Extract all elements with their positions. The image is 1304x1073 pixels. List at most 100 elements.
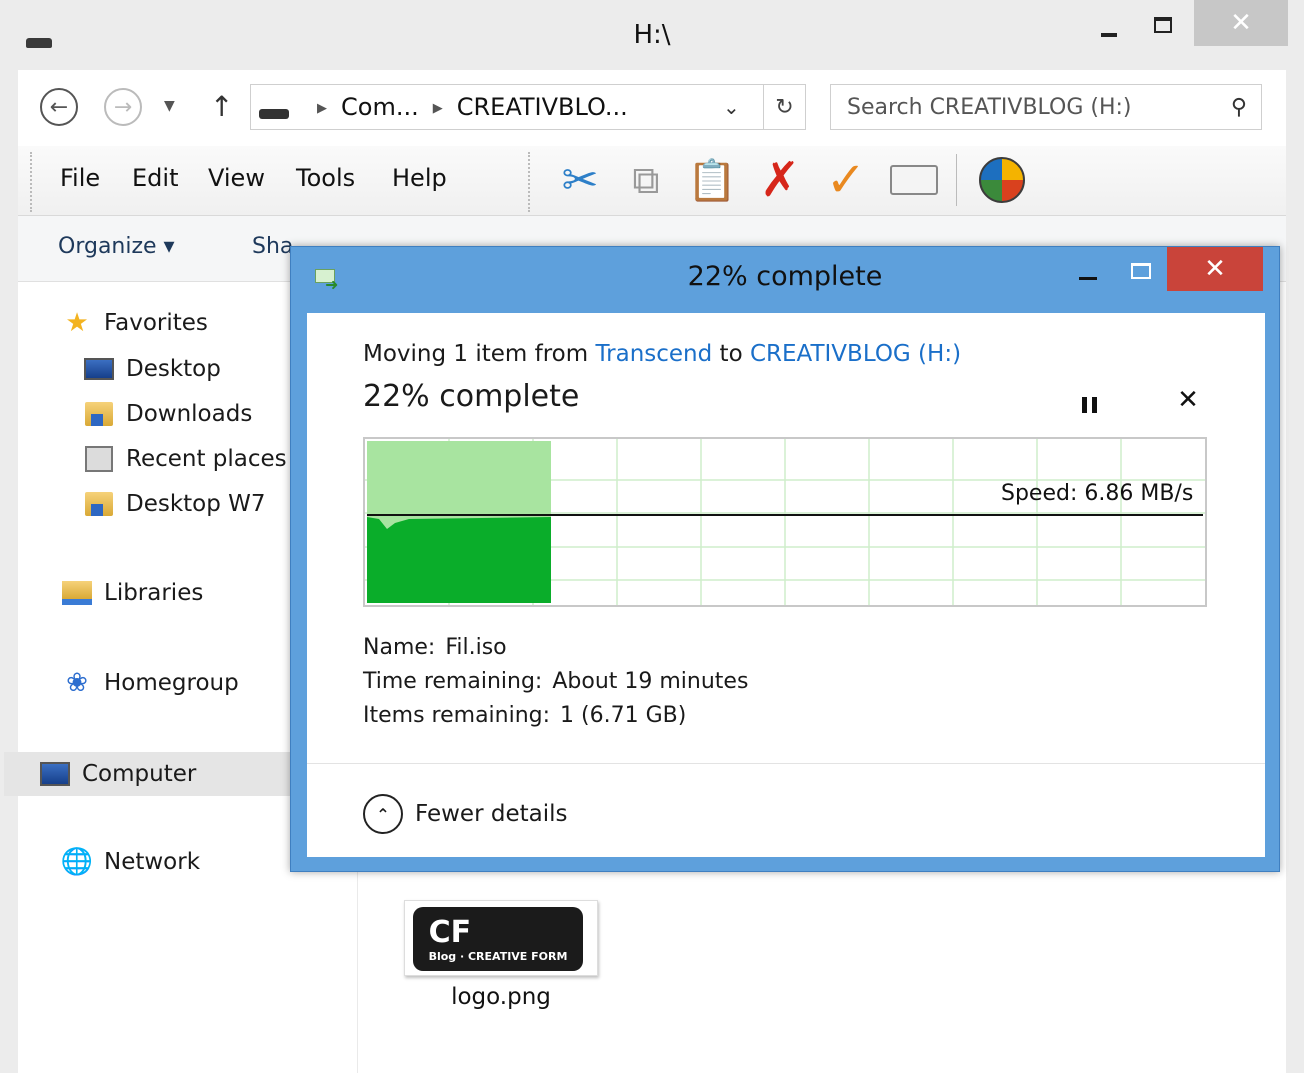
- dialog-footer: ⌃ Fewer details: [307, 763, 1265, 857]
- to-word: to: [712, 341, 750, 367]
- logo-text: CF: [428, 915, 472, 950]
- detail-items-remaining: Items remaining: 1 (6.71 GB): [363, 699, 748, 733]
- nav-label: Libraries: [104, 580, 204, 606]
- libraries-icon: [62, 578, 92, 608]
- chevron-right-icon: ▶: [432, 100, 443, 116]
- nav-label: Network: [104, 849, 201, 875]
- copy-progress-dialog: ➜ 22% complete ✕ Moving 1 item from Tran…: [290, 246, 1280, 872]
- windows-logo-icon[interactable]: [974, 152, 1030, 208]
- toolbar-separator: [956, 154, 957, 206]
- search-input[interactable]: [847, 93, 1207, 121]
- pause-button[interactable]: [1077, 391, 1101, 419]
- maximize-icon: [1131, 263, 1151, 279]
- fewer-details-button[interactable]: ⌃ Fewer details: [363, 794, 567, 834]
- nav-computer[interactable]: Computer: [4, 752, 304, 796]
- back-button[interactable]: ←: [40, 88, 78, 126]
- share-with-button[interactable]: Sha: [252, 234, 293, 259]
- refresh-button[interactable]: ↻: [763, 85, 805, 129]
- search-icon[interactable]: ⚲: [1231, 95, 1247, 120]
- breadcrumb-drive[interactable]: CREATIVBLO...: [457, 93, 628, 121]
- minimize-button[interactable]: [1086, 4, 1132, 46]
- file-name-label[interactable]: logo.png: [404, 984, 598, 1010]
- maximize-icon: [1154, 17, 1172, 33]
- refresh-icon: ↻: [775, 94, 794, 120]
- properties-icon[interactable]: [886, 152, 942, 208]
- minimize-icon: [1101, 33, 1117, 37]
- breadcrumb-computer[interactable]: Com...: [341, 93, 419, 121]
- detail-value: Fil.iso: [445, 635, 507, 660]
- cancel-button[interactable]: ✕: [1173, 385, 1203, 415]
- dialog-maximize-button[interactable]: [1119, 255, 1165, 285]
- nav-recent-places[interactable]: Recent places: [84, 444, 287, 474]
- file-thumbnail-logo[interactable]: CF Blog · CREATIVE FORM: [404, 900, 598, 976]
- nav-label: Favorites: [104, 310, 208, 336]
- chevron-right-icon: ▶: [317, 100, 327, 116]
- speed-graph-svg: [365, 439, 1205, 605]
- menu-grip: [30, 152, 32, 212]
- delete-icon[interactable]: ✗: [752, 152, 808, 208]
- nav-label: Computer: [82, 761, 197, 787]
- nav-label: Homegroup: [104, 670, 239, 696]
- back-arrow-icon: ←: [49, 94, 69, 120]
- drive-icon: [259, 109, 289, 119]
- source-link[interactable]: Transcend: [595, 341, 712, 367]
- check-icon[interactable]: ✓: [818, 152, 874, 208]
- detail-key: Items remaining:: [363, 703, 551, 728]
- up-button[interactable]: ↑: [210, 90, 233, 123]
- moving-prefix: Moving 1 item from: [363, 341, 596, 367]
- nav-favorites[interactable]: ★ Favorites: [62, 308, 208, 338]
- detail-name: Name: Fil.iso: [363, 631, 748, 665]
- nav-desktop-w7[interactable]: Desktop W7: [84, 489, 266, 519]
- menu-edit[interactable]: Edit: [132, 164, 178, 192]
- close-button[interactable]: ✕: [1194, 0, 1288, 46]
- maximize-button[interactable]: [1140, 4, 1186, 46]
- path-box[interactable]: ▶ Com... ▶ CREATIVBLO... ⌄ ↻: [250, 84, 806, 130]
- dialog-title-bar: ➜ 22% complete ✕: [291, 247, 1279, 311]
- chevron-up-icon: ⌃: [363, 794, 403, 834]
- moving-summary: Moving 1 item from Transcend to CREATIVB…: [363, 341, 961, 367]
- forward-button[interactable]: →: [104, 88, 142, 126]
- dialog-body: Moving 1 item from Transcend to CREATIVB…: [307, 313, 1265, 857]
- nav-homegroup[interactable]: ❀ Homegroup: [62, 668, 239, 698]
- recent-places-icon: [84, 444, 114, 474]
- address-bar: ← → ▼ ↑ ▶ Com... ▶ CREATIVBLO... ⌄ ↻ ⚲: [18, 70, 1286, 146]
- detail-value: About 19 minutes: [552, 669, 749, 694]
- nav-downloads[interactable]: Downloads: [84, 399, 252, 429]
- nav-label: Desktop W7: [126, 491, 266, 517]
- address-history-chevron-icon[interactable]: ⌄: [723, 95, 740, 119]
- detail-time-remaining: Time remaining: About 19 minutes: [363, 665, 748, 699]
- folder-icon: [84, 489, 114, 519]
- nav-label: Recent places: [126, 446, 287, 472]
- toolbar-grip: [528, 152, 530, 212]
- star-icon: ★: [65, 308, 89, 338]
- speed-graph: Speed: 6.86 MB/s: [363, 437, 1207, 607]
- menu-tools[interactable]: Tools: [296, 164, 355, 192]
- desktop-icon: [84, 354, 114, 384]
- dialog-close-button[interactable]: ✕: [1167, 247, 1263, 291]
- menu-help[interactable]: Help: [392, 164, 447, 192]
- minimize-icon: [1079, 277, 1097, 280]
- explorer-title-bar: H:\ ✕: [0, 0, 1304, 70]
- organize-button[interactable]: Organize ▾: [58, 234, 175, 259]
- paste-icon[interactable]: 📋: [684, 152, 740, 208]
- cut-icon[interactable]: ✂: [552, 152, 608, 208]
- nav-libraries[interactable]: Libraries: [62, 578, 203, 608]
- nav-network[interactable]: 🌐 Network: [60, 847, 201, 877]
- copy-icon[interactable]: ⧉: [618, 152, 674, 208]
- menu-view[interactable]: View: [208, 164, 265, 192]
- menu-file[interactable]: File: [60, 164, 100, 192]
- menu-bar: File Edit View Tools Help ✂ ⧉ 📋 ✗ ✓: [18, 146, 1286, 216]
- detail-key: Name:: [363, 635, 436, 660]
- downloads-folder-icon: [84, 399, 114, 429]
- nav-desktop[interactable]: Desktop: [84, 354, 221, 384]
- forward-arrow-icon: →: [113, 94, 133, 120]
- homegroup-icon: ❀: [66, 668, 88, 698]
- dialog-minimize-button[interactable]: [1067, 257, 1113, 287]
- creative-form-logo: CF Blog · CREATIVE FORM: [413, 907, 583, 971]
- recent-locations-dropdown[interactable]: ▼: [164, 98, 175, 114]
- detail-key: Time remaining:: [363, 669, 543, 694]
- network-icon: 🌐: [60, 847, 94, 877]
- detail-value: 1 (6.71 GB): [560, 703, 687, 728]
- speed-area: [367, 517, 551, 603]
- destination-link[interactable]: CREATIVBLOG (H:): [750, 341, 961, 367]
